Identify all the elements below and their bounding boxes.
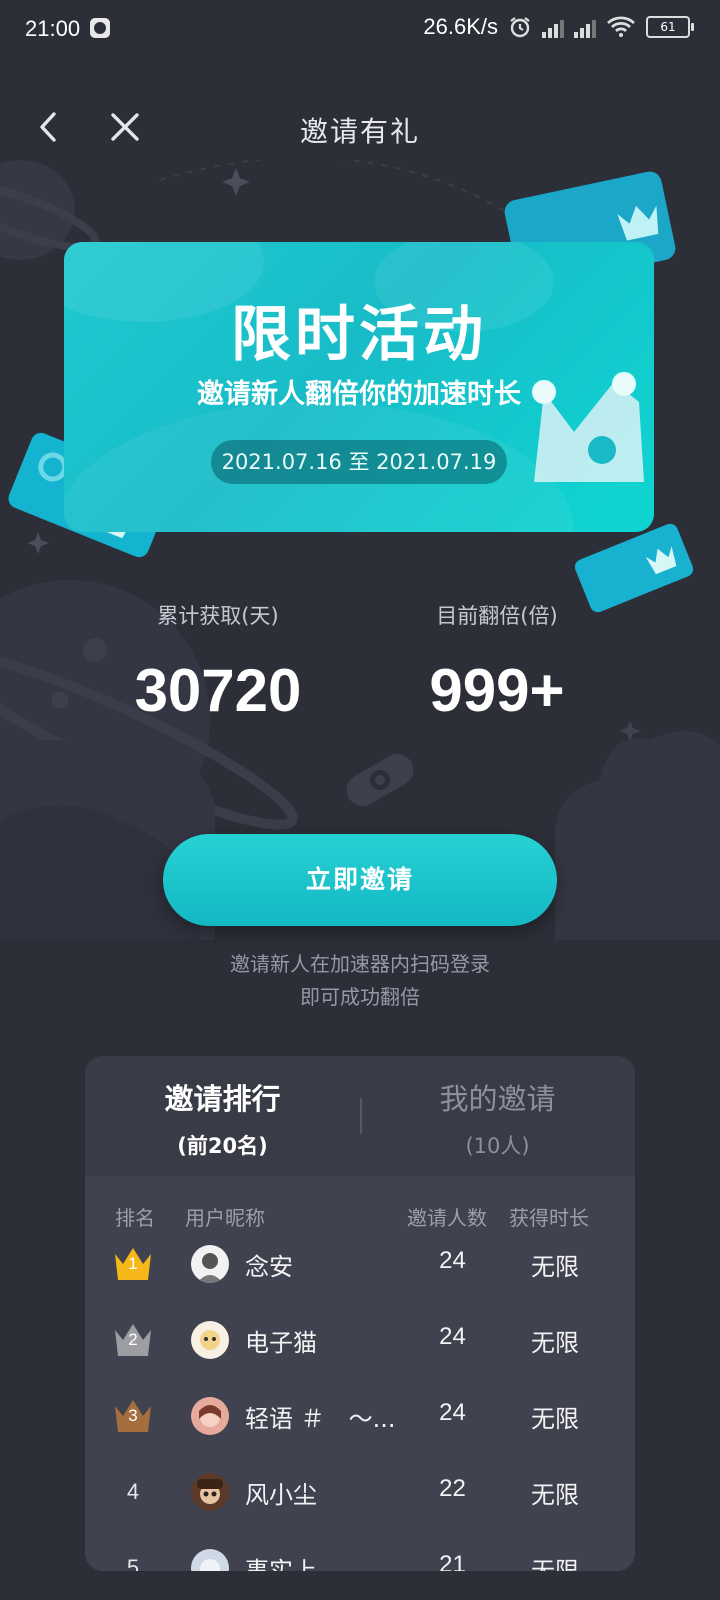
banner-title: 限时活动 [231,300,487,370]
user-nickname: 轻语 ＃ ～... [245,1405,395,1433]
invite-count: 21 [439,1551,466,1571]
invite-count: 22 [439,1475,466,1502]
invite-count: 24 [439,1399,466,1426]
multiplier-value: 999+ [429,657,565,724]
multiplier-label: 目前翻倍(倍) [436,604,558,628]
rank: 5 [111,1548,155,1571]
invite-count: 24 [439,1247,466,1274]
tab-subtitle: (10人) [465,1134,530,1158]
banner-subtitle: 邀请新人翻倍你的加速时长 [197,379,521,410]
rank-number: 5 [126,1555,140,1571]
do-not-disturb-icon [90,18,110,38]
table-row: 3 轻语 ＃ ～... 24 无限 [85,1378,635,1454]
invite-tip: 邀请新人在加速器内扫码登录 即可成功翻倍 [0,948,720,1014]
avatar [191,1321,229,1359]
alarm-icon [510,17,530,38]
duration: 无限 [531,1253,579,1281]
table-row: 4 风小尘 22 无限 [85,1454,635,1530]
rank-gold-crown-icon: 1 [111,1244,155,1284]
rank-number: 1 [128,1254,138,1273]
rank-number: 4 [126,1479,140,1504]
tab-title: 我的邀请 [439,1082,556,1116]
ranking-table: 排名 用户昵称 邀请人数 获得时长 1 念安 24 无限 2 电子猫 24 无限… [85,1176,635,1571]
tab-title: 邀请排行 [164,1082,281,1116]
total-days-stat: 累计获取(天) 30720 [88,600,348,725]
invite-now-button[interactable]: 立即邀请 [163,834,557,926]
multiplier-stat: 目前翻倍(倍) 999+ [367,600,627,725]
table-row: 1 念安 24 无限 [85,1226,635,1302]
total-days-label: 累计获取(天) [157,604,279,628]
user-nickname: 电子猫 [245,1329,317,1357]
avatar [191,1473,229,1511]
duration: 无限 [531,1481,579,1509]
status-bar: 21:00 26.6K/s 61 [0,0,720,60]
signal-icon-2 [574,16,596,38]
duration: 无限 [531,1329,579,1357]
tab-subtitle: (前20名) [177,1134,268,1158]
wifi-icon [607,16,635,37]
table-row: 5 事实上 21 无限 [85,1530,635,1571]
invite-tip-line1: 邀请新人在加速器内扫码登录 [230,952,490,976]
avatar [191,1549,229,1571]
battery-icon: 61 [646,16,694,38]
signal-icon [542,16,564,38]
rank-number: 3 [128,1406,138,1425]
network-speed: 26.6K/s [423,14,498,39]
rank-number: 2 [128,1330,138,1349]
activity-date-range: 2021.07.16 至 2021.07.19 [211,440,507,484]
tab-invite-ranking[interactable]: 邀请排行 (前20名) [85,1076,360,1160]
tab-my-invites[interactable]: 我的邀请 (10人) [360,1076,635,1160]
duration: 无限 [531,1405,579,1433]
rank: 4 [111,1472,155,1512]
table-row: 2 电子猫 24 无限 [85,1302,635,1378]
avatar [191,1245,229,1283]
user-nickname: 念安 [245,1253,293,1281]
page-title: 邀请有礼 [299,115,420,148]
user-nickname: 事实上 [245,1557,317,1571]
avatar [191,1397,229,1435]
invite-count: 24 [439,1323,466,1350]
ranking-panel: 邀请排行 (前20名) 我的邀请 (10人) 排名 用户昵称 邀请人数 获得时长… [85,1056,635,1571]
invite-tip-line2: 即可成功翻倍 [300,985,420,1009]
rank-bronze-crown-icon: 3 [111,1396,155,1436]
nav-bar: 邀请有礼 [0,98,720,158]
duration: 无限 [531,1557,579,1571]
rank-silver-crown-icon: 2 [111,1320,155,1360]
total-days-value: 30720 [134,657,302,724]
promo-banner: 限时活动 邀请新人翻倍你的加速时长 2021.07.16 至 2021.07.1… [64,242,654,532]
status-time: 21:00 [25,16,81,41]
user-nickname: 风小尘 [245,1481,317,1509]
